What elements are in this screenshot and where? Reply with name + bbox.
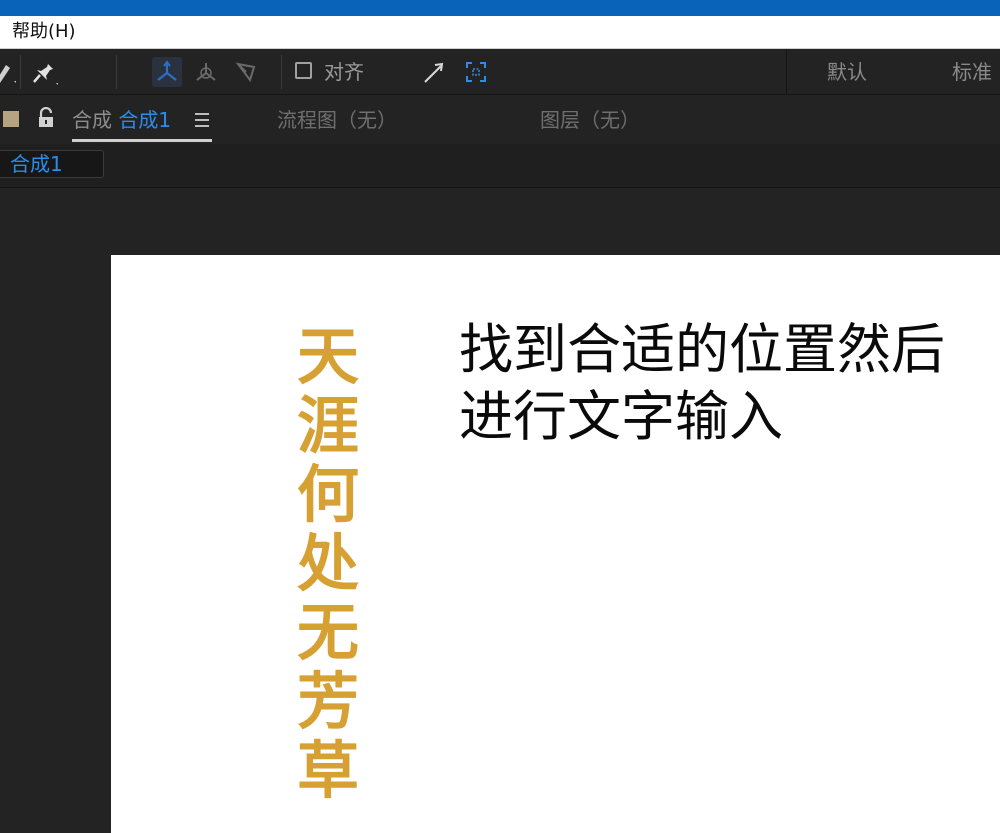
tab-flowchart[interactable]: 流程图（无） [277, 107, 397, 133]
snap-label: 对齐 [324, 60, 364, 84]
local-axis-icon[interactable] [152, 57, 182, 87]
workspace-standard-tab[interactable]: 标准 [952, 59, 992, 85]
tab-composition-prefix: 合成 [72, 108, 112, 132]
view-axis-icon[interactable] [231, 57, 261, 87]
breadcrumb[interactable]: 合成1 [0, 150, 104, 178]
snap-checkbox[interactable] [295, 62, 312, 79]
panel-menu-icon[interactable] [195, 113, 211, 127]
brush-tool-icon[interactable] [0, 57, 20, 87]
menu-help[interactable]: 帮助(H) [12, 20, 76, 44]
lock-icon[interactable] [36, 106, 56, 129]
horizontal-text-layer[interactable]: 找到合适的位置然后 进行文字输入 [459, 316, 989, 450]
vertical-text-layer[interactable]: 天涯何处无芳草 [293, 322, 363, 805]
tab-layer[interactable]: 图层（无） [540, 107, 640, 133]
active-tab-underline [72, 139, 212, 142]
breadcrumb-label: 合成1 [10, 152, 63, 176]
tab-composition-name: 合成1 [118, 108, 172, 132]
world-axis-icon[interactable] [191, 57, 221, 87]
composition-navigator-bar [0, 144, 1000, 188]
tab-composition[interactable]: 合成 合成1 [72, 107, 171, 133]
menubar: 帮助(H) [0, 16, 1000, 49]
toolbar-divider [20, 55, 21, 89]
pin-tool-icon[interactable] [30, 57, 60, 87]
tools-toolbar: 对齐 默认 标准 [0, 49, 1000, 95]
snap-frame-icon[interactable] [461, 57, 491, 87]
snap-feather-icon[interactable] [419, 57, 449, 87]
label-color-swatch[interactable] [3, 111, 19, 127]
workspace-default-tab[interactable]: 默认 [827, 59, 867, 85]
window-titlebar [0, 0, 1000, 16]
toolbar-divider [116, 55, 117, 89]
toolbar-divider [281, 55, 282, 89]
workspace-divider [786, 49, 787, 94]
